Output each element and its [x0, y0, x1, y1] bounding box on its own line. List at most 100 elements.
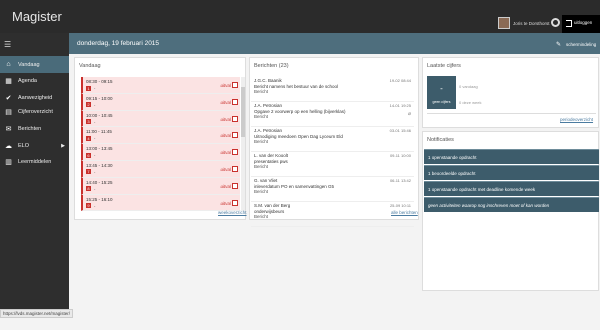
cancel-icon	[232, 199, 238, 206]
grades-icon: ▤	[5, 108, 12, 116]
scrollbar-thumb[interactable]	[241, 87, 245, 137]
agenda-time: 13:00 - 13:45	[86, 146, 113, 152]
notification-item[interactable]: 1 openstaande opdracht met deadline kome…	[424, 181, 599, 196]
message-row[interactable]: L. van der Kooolt presentaties pws Bericht…	[251, 152, 414, 177]
panel-title: Laatste cijfers	[427, 63, 461, 69]
agenda-row[interactable]: 09:15 - 10:00 2- uitval	[81, 93, 240, 111]
notification-item[interactable]: geen activiteiten waarop nog inschreven …	[424, 197, 599, 212]
status-url: https://lvds.magister.net/magister/	[0, 309, 74, 318]
all-messages-link[interactable]: alle berichten	[391, 210, 418, 215]
agenda-time: 08:30 - 09:15	[86, 79, 113, 84]
logout-label: uitloggen	[574, 20, 593, 25]
notification-item[interactable]: 1 openstaande opdracht	[424, 149, 599, 164]
message-date: 14-01 19:25	[389, 103, 411, 108]
sidebar-item-vandaag[interactable]: ⌂ Vandaag	[0, 56, 69, 73]
message-list: J.G.C. Baanik Bericht namens het bestuur …	[251, 77, 414, 227]
sidebar-item-agenda[interactable]: ▦ Agenda	[0, 72, 69, 89]
logout-icon	[566, 20, 572, 27]
user-menu[interactable]: Joris te Dorsthorst	[498, 15, 550, 31]
message-row[interactable]: J.A. Petrosian Opgave 2 voorwerp op een h…	[251, 102, 414, 127]
sidebar-item-label: Aanwezigheid	[18, 94, 53, 101]
message-type: Bericht	[254, 164, 269, 169]
sidebar-item-berichten[interactable]: ✉ Berichten	[0, 120, 69, 137]
sidebar-item-leermiddelen[interactable]: ▥ Leermiddelen	[0, 153, 69, 170]
agenda-time: 09:15 - 10:00	[86, 95, 113, 101]
message-row[interactable]: J.A. Petrosian Uitnodiging meedoen Open D…	[251, 127, 414, 152]
agenda-row[interactable]: 13:00 - 13:45 6- uitval	[81, 144, 240, 161]
agenda-row[interactable]: 13:45 - 14:30 7- uitval	[81, 160, 240, 178]
notification-item[interactable]: 1 beoordeelde opdracht	[424, 165, 599, 180]
cancel-icon	[232, 165, 238, 172]
agenda-row[interactable]: 11:00 - 11:45 4- uitval	[81, 127, 240, 145]
periodeoverzicht-link[interactable]: periodeoverzicht	[560, 117, 593, 122]
agenda-row[interactable]: 14:40 - 15:25 8- uitval	[81, 177, 240, 195]
message-sender: G. van Vliet	[254, 178, 278, 183]
agenda-status: uitval	[220, 133, 231, 139]
agenda-subject: -	[94, 185, 96, 191]
agenda-subject: -	[94, 118, 96, 124]
agenda-row[interactable]: 10:00 - 10:45 3- uitval	[81, 110, 240, 128]
layout-button[interactable]: schermindeling	[566, 42, 596, 47]
cancel-icon	[232, 132, 238, 139]
message-subject: Bericht namens het bestuur van de school	[254, 83, 339, 89]
agenda-status: uitval	[220, 83, 231, 88]
message-date: 03-01 15:46	[389, 128, 411, 133]
weekoverzicht-link[interactable]: weekoverzicht	[218, 210, 247, 215]
scrollbar[interactable]	[241, 77, 245, 211]
paperclip-icon: ⌀	[407, 111, 411, 117]
message-sender: J.A. Petrosian	[254, 128, 283, 133]
agenda-time: 15:25 - 16:10	[86, 196, 113, 202]
sidebar-item-label: Vandaag	[18, 61, 40, 68]
panel-title: Notificaties	[427, 137, 454, 143]
agenda-status: uitval	[220, 183, 231, 189]
logout-button[interactable]: uitloggen	[562, 15, 600, 33]
menu-toggle-icon[interactable]: ☰	[4, 40, 11, 49]
message-date: 19-02 08:44	[389, 78, 411, 83]
agenda-subject: -	[94, 101, 96, 107]
agenda-row[interactable]: 08:30 - 09:15 1- uitval	[81, 77, 240, 94]
agenda-subject: -	[94, 202, 96, 208]
panel-title: Vandaag	[79, 63, 101, 69]
agenda-row[interactable]: 15:25 - 16:10 9- uitval	[81, 194, 240, 211]
agenda-time: 13:45 - 14:30	[86, 162, 113, 168]
gear-icon[interactable]	[551, 18, 560, 27]
agenda-time: 11:00 - 11:45	[86, 129, 112, 135]
hour-badge: 3	[86, 119, 91, 125]
grade-label: geen cijfers	[432, 100, 451, 104]
avatar	[498, 17, 510, 29]
message-sender: S.M. van der Berg	[254, 203, 291, 208]
message-subject: Uitnodiging meedoen Open Dag Lyceum Eld	[254, 133, 343, 139]
home-icon: ⌂	[6, 61, 11, 68]
cancel-icon	[232, 115, 238, 122]
hour-badge: 8	[86, 186, 91, 192]
books-icon: ▥	[5, 158, 12, 166]
cancel-icon	[232, 149, 238, 156]
agenda-subject: -	[94, 152, 96, 158]
message-row[interactable]: S.M. van der Berg onderwijsbeurs Bericht 25…	[251, 202, 414, 227]
app-title: Magister	[12, 9, 62, 24]
message-row[interactable]: G. van Vliet inleverdatum PO en samenvatt…	[251, 177, 414, 202]
sidebar-item-elo[interactable]: ☁ ELO ▶	[0, 137, 69, 154]
agenda-status: uitval	[220, 116, 231, 122]
grade-tile[interactable]: - geen cijfers	[427, 76, 456, 109]
sidebar-item-cijferoverzicht[interactable]: ▤ Cijferoverzicht	[0, 103, 69, 120]
notificaties-panel: Notificaties 1 openstaande opdracht 1 be…	[422, 131, 599, 291]
message-sender: L. van der Kooolt	[254, 153, 289, 158]
sidebar-item-label: Leermiddelen	[18, 158, 52, 165]
agenda-subject: -	[94, 135, 96, 141]
message-type: Bericht	[254, 189, 269, 194]
vandaag-panel: Vandaag 08:30 - 09:15 1- uitval 09:15 - 10:…	[74, 57, 247, 220]
pencil-icon[interactable]: ✎	[556, 41, 561, 48]
hour-badge: 1	[86, 85, 91, 91]
message-sender: J.A. Petrosian	[254, 103, 283, 108]
hour-badge: 9	[86, 203, 91, 209]
agenda-time: 14:40 - 15:25	[86, 179, 113, 185]
agenda-list[interactable]: 08:30 - 09:15 1- uitval 09:15 - 10:00 2- uitv…	[81, 77, 240, 211]
grade-week: 0 deze week	[459, 100, 482, 105]
sidebar-item-label: ELO	[18, 142, 30, 149]
message-row[interactable]: J.G.C. Baanik Bericht namens het bestuur …	[251, 77, 414, 102]
agenda-status: uitval	[220, 166, 231, 172]
hour-badge: 7	[86, 169, 91, 175]
user-name: Joris te Dorsthorst	[513, 20, 550, 26]
cloud-icon: ☁	[5, 142, 12, 150]
